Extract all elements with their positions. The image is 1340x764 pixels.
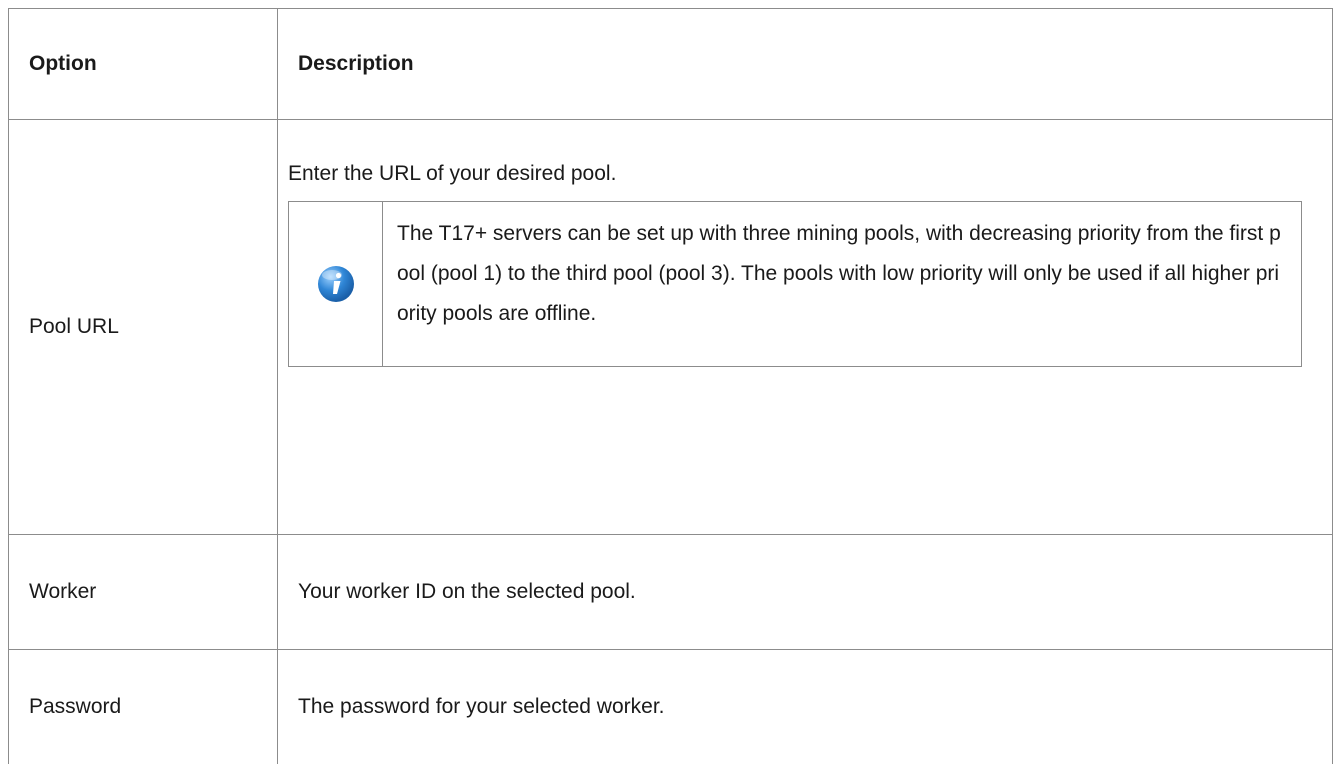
options-table: Option Description Pool URL Enter the UR… [8,8,1333,764]
note-icon-cell [289,202,383,366]
description-pool-url: Enter the URL of your desired pool. [278,120,1333,535]
table-row: Password The password for your selected … [9,650,1333,764]
table-header-row: Option Description [9,9,1333,120]
info-icon [316,264,356,304]
header-option: Option [9,9,278,120]
description-worker: Your worker ID on the selected pool. [278,535,1333,650]
pool-url-description-text: Enter the URL of your desired pool. [288,159,1312,201]
table-row: Pool URL Enter the URL of your desired p… [9,120,1333,535]
option-password: Password [9,650,278,764]
description-password: The password for your selected worker. [278,650,1333,764]
info-note-text: The T17+ servers can be set up with thre… [383,202,1301,366]
header-description: Description [278,9,1333,120]
table-row: Worker Your worker ID on the selected po… [9,535,1333,650]
option-pool-url: Pool URL [9,120,278,535]
option-worker: Worker [9,535,278,650]
info-note-box: The T17+ servers can be set up with thre… [288,201,1302,367]
